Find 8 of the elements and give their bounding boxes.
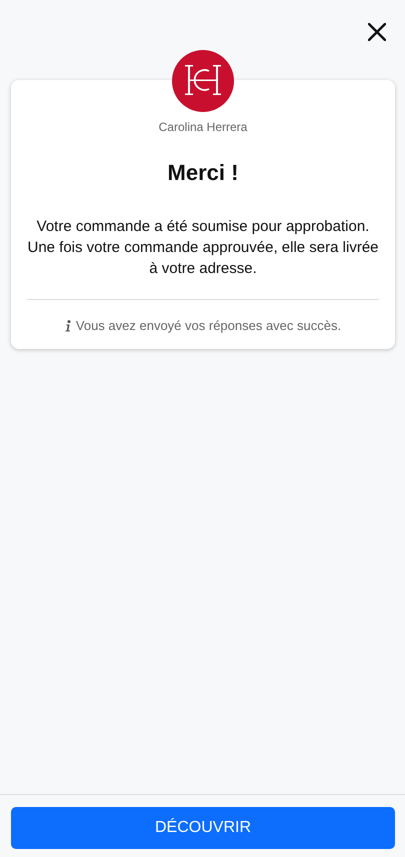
info-text: Vous avez envoyé vos réponses avec succès. (76, 318, 342, 333)
info-icon (64, 320, 71, 332)
close-button[interactable] (365, 20, 389, 44)
brand-name: Carolina Herrera (158, 120, 248, 134)
message: Votre commande a été soumise pour approbation. Une fois votre commande approuvée, elle sera livrée à votre adresse. (27, 217, 379, 279)
close-icon (368, 23, 386, 41)
title: Merci ! (168, 160, 238, 186)
discover-button[interactable]: DÉCOUVRIR (11, 807, 395, 849)
